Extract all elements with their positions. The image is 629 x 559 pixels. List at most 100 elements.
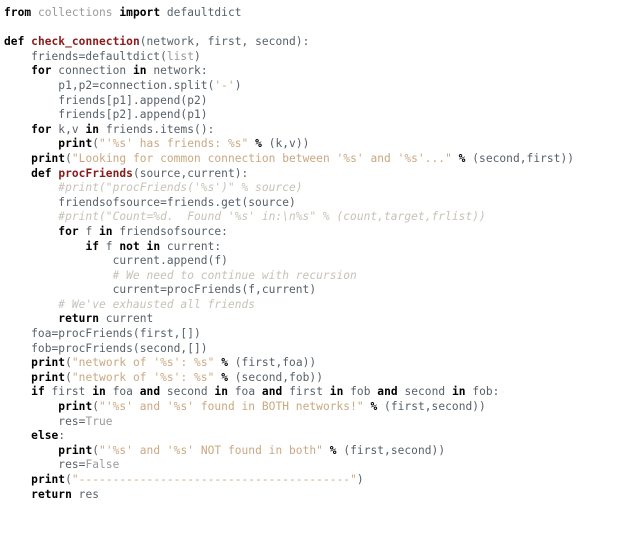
code-line[interactable]: def procFriends(source,current): [4,167,629,182]
code-token-str: "'%s' and '%s' found in BOTH networks!" [99,400,364,414]
code-line[interactable]: print("'%s' and '%s' found in BOTH netwo… [4,400,629,415]
code-token-pl: ( [92,137,100,151]
code-token-kw: in [85,122,100,136]
code-token-pl: ( [65,370,72,384]
code-line[interactable]: current.append(f) [4,254,629,269]
code-token-bfn: print [31,356,66,370]
code-line[interactable]: def check_connection(network, first, sec… [4,35,629,50]
code-line[interactable]: # We've exhausted all friends [4,298,629,313]
code-token-kw: def [31,166,52,180]
code-line[interactable]: for connection in network: [4,64,629,79]
code-line[interactable]: res=False [4,458,629,473]
code-line[interactable]: return res [4,488,629,503]
code-token-str: "'%s' and '%s' NOT found in both" [99,443,323,457]
code-token-kw: import [119,6,161,19]
code-token-op: % [221,370,228,384]
code-token-pl: foa=procFriends(first,[]) [4,327,201,341]
code-token-kw: for [58,224,79,238]
code-line[interactable]: # We need to continue with recursion [4,269,629,284]
code-token-pl: friends[p1].append(p2) [4,93,208,107]
code-token-bi: True [85,414,113,428]
code-token-pl: f [78,224,100,238]
code-line[interactable]: print("---------------------------------… [4,473,629,488]
code-line[interactable]: friendsofsource=friends.get(source) [4,196,629,211]
code-token-pl: second [397,385,452,399]
code-token-str: "network of '%s': %s" [71,370,215,384]
code-line[interactable]: friends[p1].append(p2) [4,94,629,109]
code-editor-viewport[interactable]: from collections import defaultdict def … [0,0,629,502]
code-token-kw: if [31,385,45,399]
code-line[interactable]: p1,p2=connection.split('-') [4,79,629,94]
code-token-pl: res= [4,458,86,472]
code-token-pl: foa [227,385,262,399]
code-token-kw: and [261,385,283,399]
code-line[interactable]: friends[p2].append(p1) [4,108,629,123]
code-line[interactable]: print("network of '%s': %s" % (second,fo… [4,371,629,386]
code-line[interactable] [4,21,629,36]
code-line[interactable]: #print("procFriends('%s')" % source) [4,181,629,196]
code-token-bi: False [85,458,120,472]
code-token-pl: friends.items(): [99,122,215,136]
code-line[interactable]: print("'%s' has friends: %s" % (k,v)) [4,137,629,152]
code-token-str: "---------------------------------------… [71,473,357,486]
code-line[interactable]: friends=defaultdict(list) [4,50,629,65]
code-token-kw: in [132,64,147,78]
code-token-kw: else [31,429,59,443]
code-token-pl: fob [343,385,378,399]
code-token-pl: (second,first)) [465,151,575,165]
code-token-pl: friends[p2].append(p1) [4,108,208,122]
code-line[interactable]: for k,v in friends.items(): [4,123,629,138]
code-token-pl: res= [4,414,86,428]
code-token-pl: ) [356,473,364,486]
code-token-pl: ( [65,151,72,165]
code-token-bfn: print [31,473,66,486]
code-line[interactable]: #print("Count=%d. Found '%s' in:\n%s" % … [4,210,629,225]
code-line[interactable]: current=procFriends(f,current) [4,283,629,298]
code-line[interactable]: res=True [4,415,629,430]
code-token-pl: friendsofsource: [112,224,228,238]
code-token-cm: #print("procFriends('%s')" % source) [4,181,303,195]
code-token-pl: ( [65,356,72,370]
code-token-pl: (first,second)) [377,400,486,414]
code-line[interactable]: from collections import defaultdict [4,6,629,21]
code-line[interactable]: if f not in current: [4,240,629,255]
code-token-pl: (second,fob)) [227,370,323,384]
code-token-kw: in [99,224,113,238]
code-token-str: '-' [214,78,235,92]
code-line[interactable]: for f in friendsofsource: [4,225,629,240]
code-token-pl: fob: [465,385,500,399]
code-token-bi: collections [37,6,113,19]
code-token-cm: # We need to continue with recursion [4,268,357,282]
code-line[interactable]: print("'%s' and '%s' NOT found in both" … [4,444,629,459]
code-token-kw: not [119,239,140,253]
code-token-kw: in [451,385,466,399]
code-line[interactable]: foa=procFriends(first,[]) [4,327,629,342]
code-token-pl: (network, first, second): [139,35,310,49]
code-line[interactable]: else: [4,429,629,444]
code-token-kw: in [329,385,344,399]
code-line[interactable]: print("network of '%s': %s" % (first,foa… [4,356,629,371]
code-line[interactable]: if first in foa and second in foa and fi… [4,385,629,400]
code-token-op: % [255,137,262,151]
code-token-pl: res [71,487,100,501]
code-line[interactable]: fob=procFriends(second,[]) [4,342,629,357]
code-token-kw: in [92,385,106,399]
code-line[interactable]: print("Looking for common connection bet… [4,152,629,167]
code-token-kw: in [214,385,228,399]
code-line[interactable]: return current [4,312,629,327]
code-token-fn: check_connection [31,35,140,49]
code-token-bfn: print [31,151,66,165]
code-token-bfn: print [58,400,93,414]
code-token-kw: return [31,487,72,501]
code-token-pl: first [282,385,330,399]
code-token-pl: (source,current): [132,166,249,180]
code-token-pl: friends=defaultdict( [4,49,167,63]
